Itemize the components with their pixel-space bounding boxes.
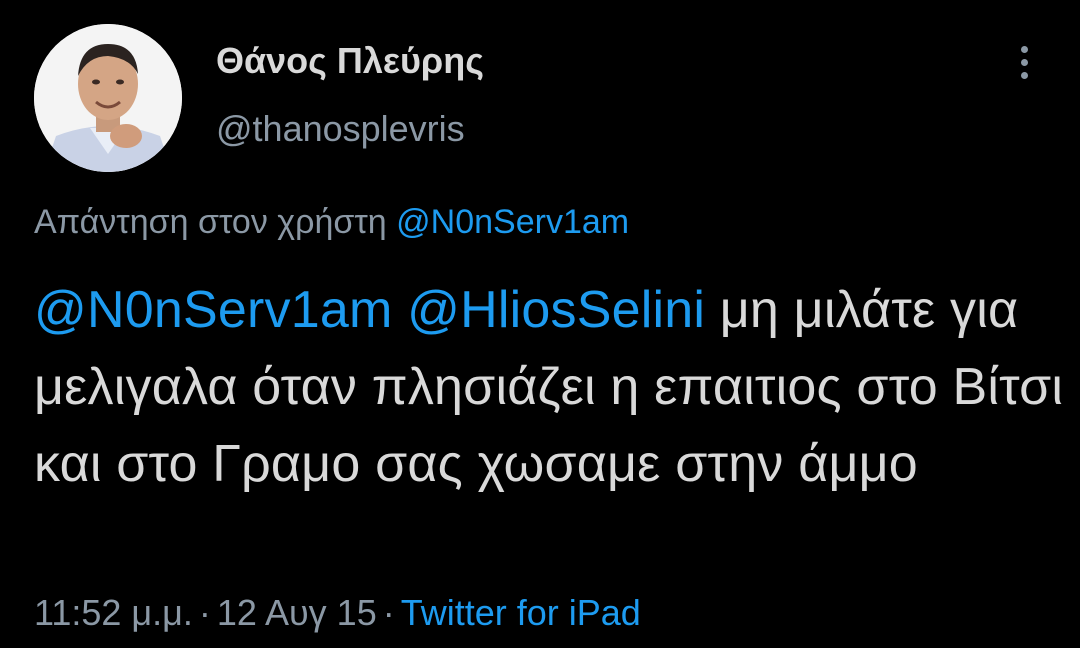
more-vertical-icon-dot bbox=[1020, 58, 1028, 66]
tweet-text: @N0nServ1am @HliosSelini μη μιλάτε για μ… bbox=[34, 272, 1064, 503]
mention-link[interactable]: @N0nServ1am bbox=[34, 281, 392, 339]
reply-prefix: Απάντηση στον χρήστη bbox=[34, 203, 387, 241]
avatar-photo bbox=[34, 24, 182, 172]
more-options-button[interactable] bbox=[1006, 40, 1042, 84]
avatar[interactable] bbox=[34, 24, 182, 172]
more-vertical-icon-dot bbox=[1020, 71, 1028, 79]
tweet-source-link[interactable]: Twitter for iPad bbox=[401, 592, 641, 633]
mention-link[interactable]: @HliosSelini bbox=[407, 281, 705, 339]
tweet-date[interactable]: 12 Αυγ 15 bbox=[217, 592, 377, 633]
reply-mention-link[interactable]: @N0nServ1am bbox=[396, 203, 629, 241]
user-handle[interactable]: @thanosplevris bbox=[216, 108, 465, 150]
display-name[interactable]: Θάνος Πλεύρης bbox=[216, 40, 484, 82]
tweet-meta: 11:52 μ.μ. · 12 Αυγ 15 · Twitter for iPad bbox=[34, 592, 641, 634]
reply-context: Απάντηση στον χρήστη @N0nServ1am bbox=[34, 203, 629, 242]
tweet-time[interactable]: 11:52 μ.μ. bbox=[34, 592, 193, 633]
meta-separator: · bbox=[198, 592, 211, 633]
more-vertical-icon bbox=[1020, 45, 1028, 53]
meta-separator: · bbox=[382, 592, 395, 633]
